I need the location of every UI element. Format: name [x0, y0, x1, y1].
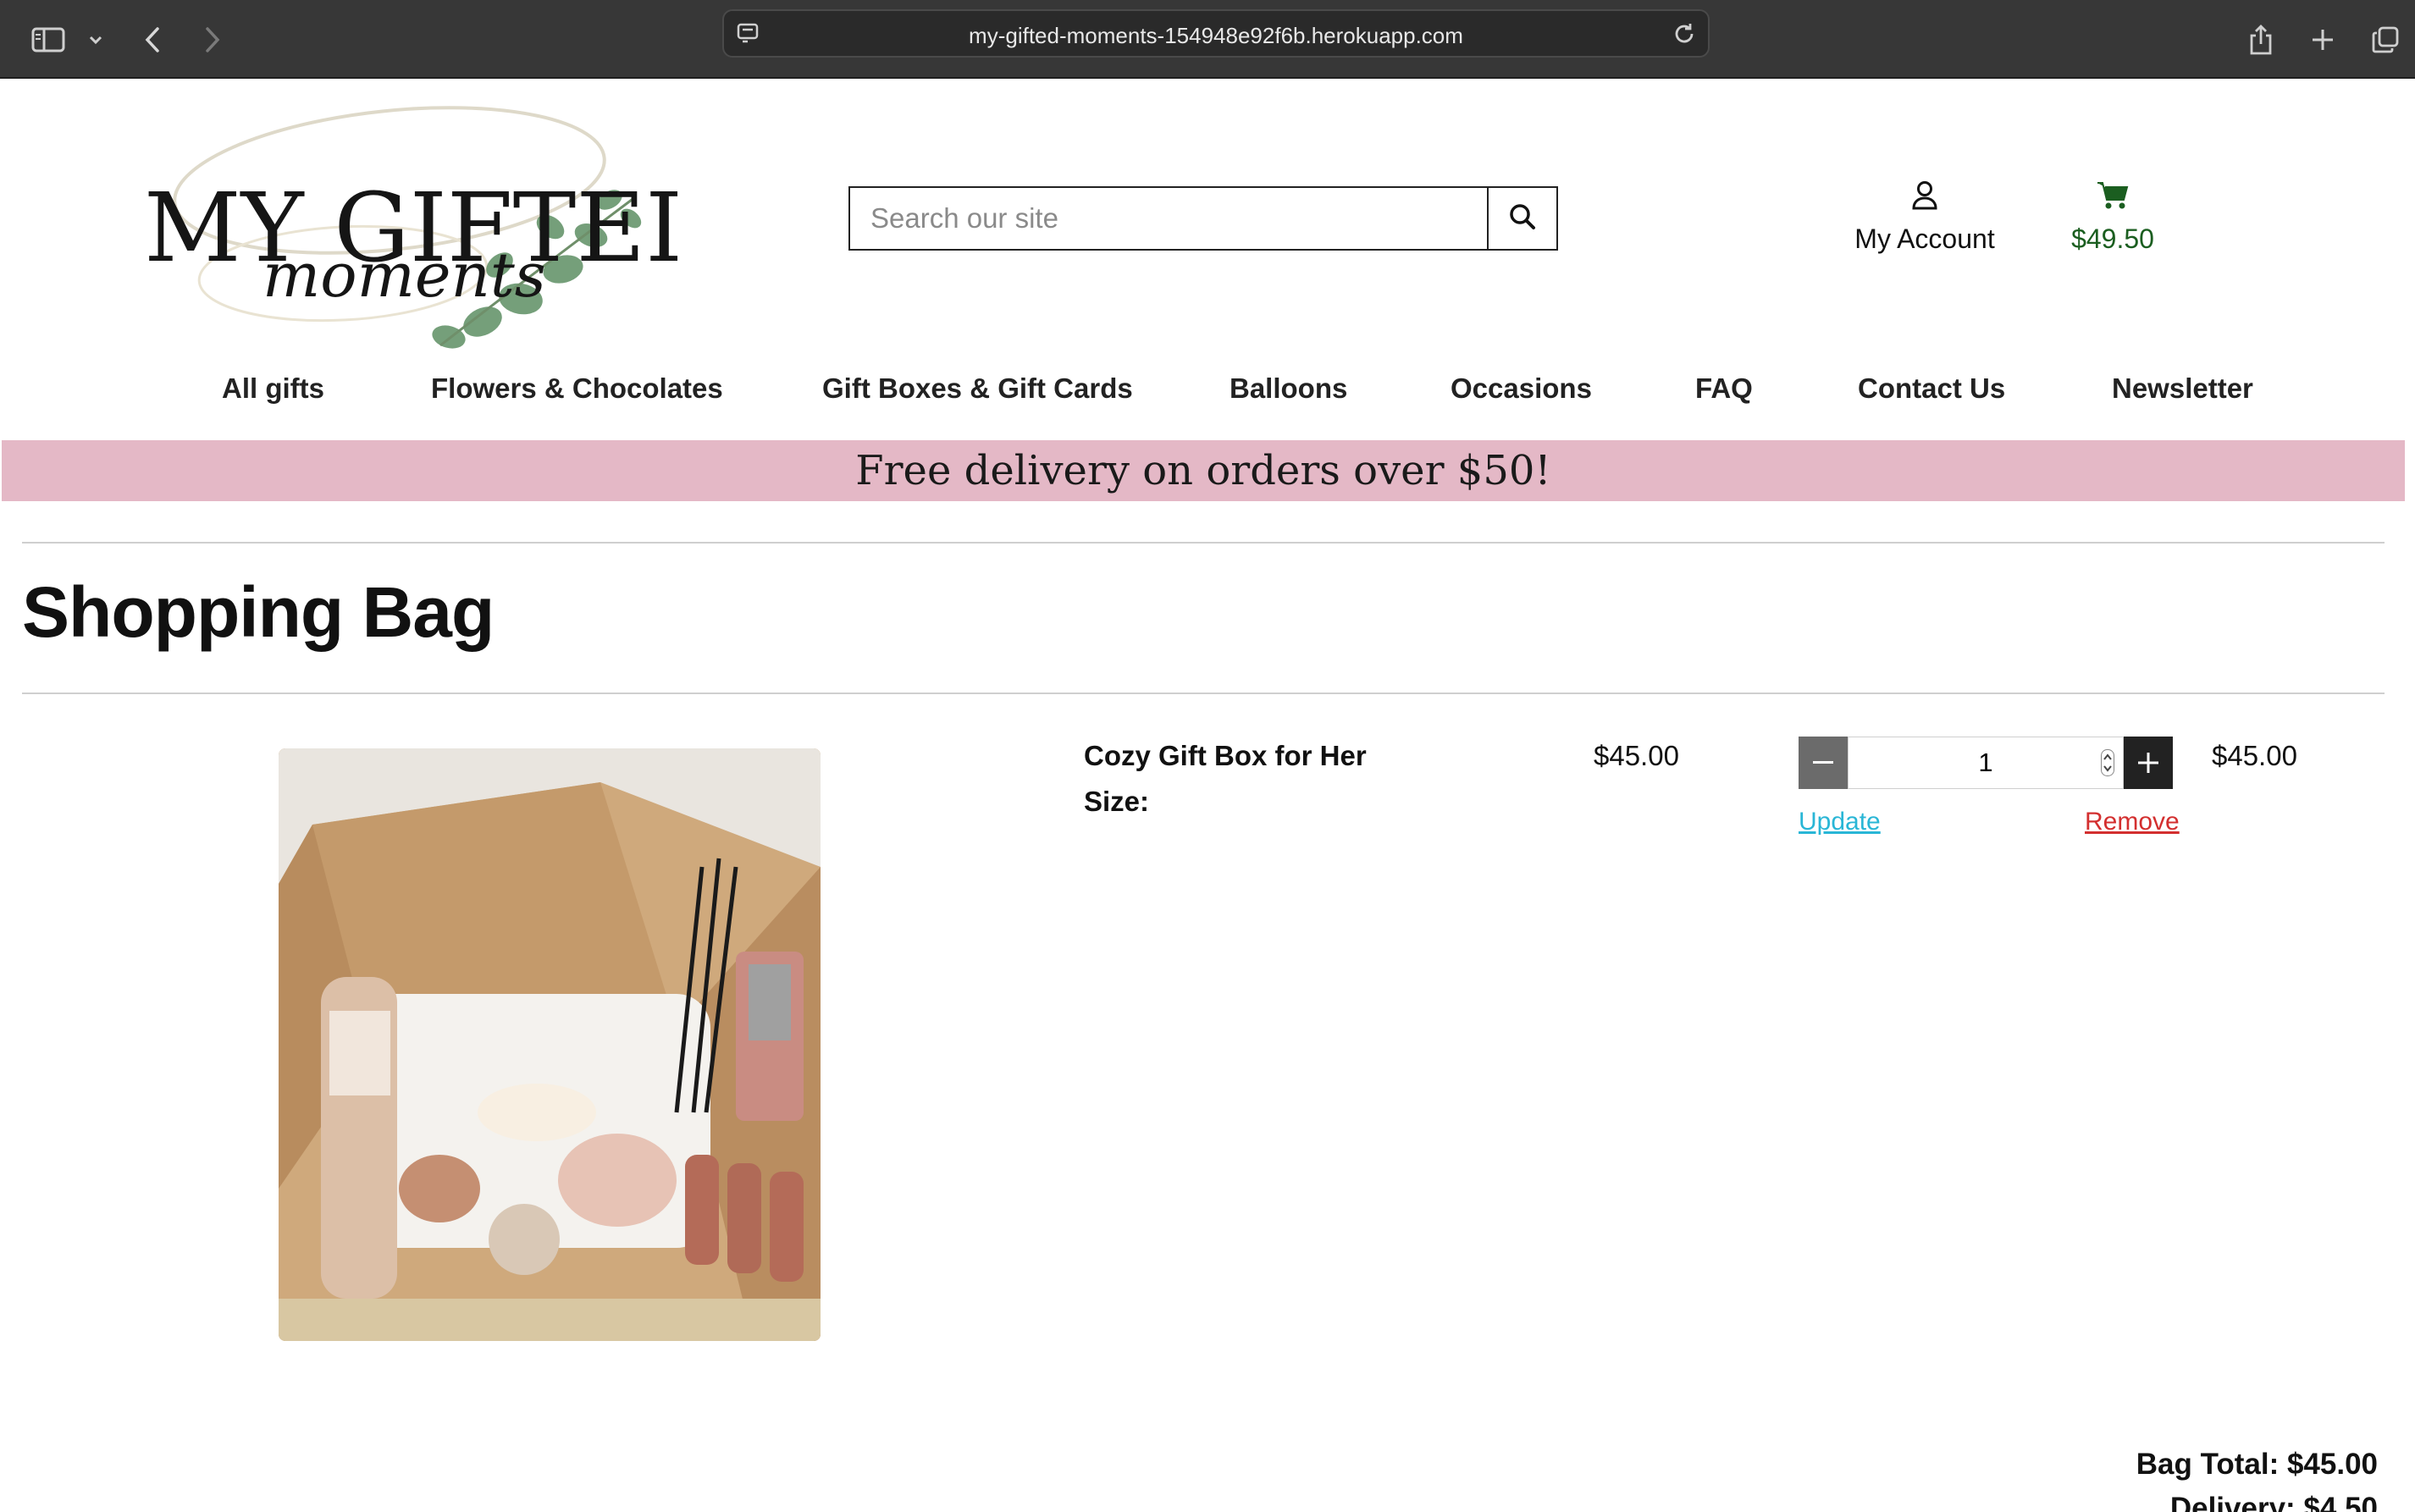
my-account-label: My Account	[1854, 223, 1995, 254]
product-size-label: Size:	[1084, 786, 1150, 817]
delivery-cost: Delivery: $4.50	[2169, 1492, 2378, 1512]
quantity-stepper	[1799, 737, 2173, 789]
address-bar[interactable]: my-gifted-moments-154948e92f6b.herokuapp…	[722, 9, 1710, 58]
spinner-icon[interactable]	[2101, 749, 2114, 776]
search-input[interactable]	[850, 188, 1487, 249]
bag-total: Bag Total: $45.00	[2136, 1448, 2378, 1481]
decrement-qty-button[interactable]	[1799, 737, 1848, 789]
sidebar-icon[interactable]	[27, 19, 69, 61]
main-nav: All gifts Flowers & Chocolates Gift Boxe…	[0, 372, 2415, 415]
browser-toolbar: my-gifted-moments-154948e92f6b.herokuapp…	[0, 0, 2415, 79]
site-logo[interactable]: MY GIFTED moments	[135, 100, 721, 354]
divider	[22, 542, 2385, 544]
divider	[22, 693, 2385, 694]
cart-icon	[2096, 182, 2130, 216]
product-name: Cozy Gift Box for Her	[1084, 740, 1367, 771]
reload-icon[interactable]	[1671, 20, 1698, 52]
increment-qty-button[interactable]	[2124, 737, 2173, 789]
back-arrow-icon[interactable]	[131, 19, 174, 61]
promo-banner: Free delivery on orders over $50!	[2, 440, 2405, 501]
nav-occasions[interactable]: Occasions	[1451, 372, 1592, 405]
cart-link[interactable]: $49.50	[2049, 179, 2176, 255]
nav-gift-boxes-cards[interactable]: Gift Boxes & Gift Cards	[822, 372, 1133, 405]
search-button[interactable]	[1487, 188, 1556, 249]
my-account-link[interactable]: My Account	[1836, 179, 2014, 255]
cart-total: $49.50	[2071, 223, 2154, 254]
nav-flowers-chocolates[interactable]: Flowers & Chocolates	[431, 372, 723, 405]
logo-script: moments	[262, 240, 546, 311]
forward-arrow-icon[interactable]	[191, 19, 234, 61]
tabs-overview-icon[interactable]	[2364, 19, 2407, 61]
item-subtotal: $45.00	[2212, 740, 2297, 771]
minus-icon	[1813, 761, 1833, 764]
chevron-down-icon[interactable]	[75, 19, 117, 61]
nav-all-gifts[interactable]: All gifts	[222, 372, 324, 405]
nav-newsletter[interactable]: Newsletter	[2112, 372, 2253, 405]
url-text: my-gifted-moments-154948e92f6b.herokuapp…	[969, 23, 1463, 48]
product-price: $45.00	[1594, 740, 1679, 771]
page-title: Shopping Bag	[22, 572, 495, 652]
new-tab-icon[interactable]	[2302, 19, 2344, 61]
plus-icon	[2138, 753, 2158, 773]
quantity-field-wrapper	[1848, 737, 2124, 789]
nav-contact-us[interactable]: Contact Us	[1858, 372, 2005, 405]
user-icon	[1910, 181, 1939, 216]
share-icon[interactable]	[2240, 19, 2282, 61]
nav-balloons[interactable]: Balloons	[1230, 372, 1347, 405]
product-image	[279, 748, 821, 1341]
remove-link[interactable]: Remove	[2085, 808, 2180, 836]
update-link[interactable]: Update	[1799, 808, 1881, 836]
search-icon	[1507, 201, 1538, 236]
nav-faq[interactable]: FAQ	[1695, 372, 1753, 405]
quantity-input[interactable]	[1849, 737, 2123, 788]
promo-banner-text: Free delivery on orders over $50!	[855, 447, 1551, 494]
search-form	[848, 186, 1558, 251]
